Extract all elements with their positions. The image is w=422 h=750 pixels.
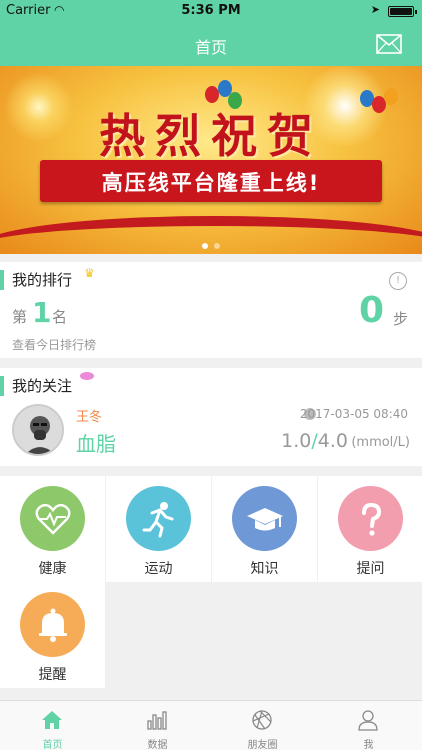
step-count: 0 [358, 290, 384, 331]
location-arrow-icon: ➤ [370, 3, 380, 16]
feature-grid: 健康 运动 知识 提问 提醒 [0, 476, 422, 688]
follow-title: 我的关注 [0, 376, 72, 396]
status-bar: Carrier ◠ 5:36 PM ➤ [0, 0, 422, 22]
ranking-title: 我的排行 [0, 270, 72, 290]
heart-pulse-icon [20, 486, 85, 551]
info-icon[interactable]: ! [389, 272, 407, 290]
feature-label: 运动 [144, 561, 173, 577]
ranking-card: 我的排行 ♛ ! 第 1 名 0 步 查看今日排行榜 [0, 262, 422, 358]
banner-subline: 高压线平台隆重上线! [101, 171, 321, 195]
reading-unit: (mmol/L) [351, 435, 410, 450]
heart-pulse-glyph [35, 503, 71, 535]
nav-bar: 首页 [0, 22, 422, 66]
feature-label: 知识 [250, 561, 279, 577]
status-time: 5:36 PM [181, 3, 241, 18]
follow-card[interactable]: 我的关注 王冬 血脂 2017-03-05 08:40 1.0/4.0 (mmo… [0, 368, 422, 466]
follow-timestamp: 2017-03-05 08:40 [299, 407, 408, 421]
feature-reminder[interactable]: 提醒 [0, 582, 105, 688]
today-ranking-link[interactable]: 查看今日排行榜 [12, 336, 96, 353]
tab-home[interactable]: 首页 [0, 701, 105, 750]
bell-icon [20, 592, 85, 657]
follow-name: 王冬 [76, 410, 103, 425]
reading-value-a: 1.0 [281, 430, 312, 452]
tab-me[interactable]: 我 [316, 701, 421, 750]
aperture-icon [252, 710, 272, 730]
feature-label: 健康 [38, 561, 67, 577]
rank-suffix: 名 [52, 308, 68, 326]
running-icon [126, 486, 191, 551]
feature-knowledge[interactable]: 知识 [212, 476, 317, 582]
promo-banner[interactable]: 热烈祝贺 高压线平台隆重上线! [0, 66, 422, 254]
graduation-cap-glyph [247, 508, 283, 531]
tab-label: 数据 [147, 740, 168, 750]
rank-prefix: 第 [12, 308, 28, 326]
carousel-dot[interactable] [202, 243, 208, 249]
tab-label: 朋友圈 [247, 740, 278, 750]
home-icon [42, 711, 62, 729]
rank-number: 1 [32, 296, 52, 329]
follow-reading: 1.0/4.0 [281, 430, 348, 452]
feature-label: 提问 [356, 561, 385, 577]
feature-sport[interactable]: 运动 [106, 476, 211, 582]
mail-icon[interactable] [376, 34, 402, 54]
tab-bar: 首页 数据 朋友圈 我 [0, 700, 422, 750]
bell-glyph [39, 608, 67, 642]
graduation-cap-icon [232, 486, 297, 551]
feature-health[interactable]: 健康 [0, 476, 105, 582]
page-title: 首页 [194, 38, 227, 57]
follow-metric: 血脂 [76, 432, 116, 456]
crown-icon: ♛ [84, 266, 95, 280]
reading-value-b: 4.0 [317, 430, 348, 452]
tab-moments[interactable]: 朋友圈 [210, 701, 315, 750]
question-icon [338, 486, 403, 551]
banner-headline: 热烈祝贺 [99, 109, 323, 163]
running-glyph [142, 502, 174, 538]
feature-label: 提醒 [38, 667, 67, 683]
bar-chart-icon [147, 711, 167, 730]
person-icon [358, 710, 378, 731]
avatar-portrait-icon [25, 416, 55, 454]
feature-question[interactable]: 提问 [318, 476, 422, 582]
eye-icon [80, 372, 94, 380]
carousel-dot[interactable] [214, 243, 220, 249]
step-unit: 步 [392, 310, 408, 328]
tab-label: 首页 [42, 740, 63, 750]
avatar[interactable] [12, 404, 64, 456]
tab-data[interactable]: 数据 [105, 701, 210, 750]
tab-label: 我 [363, 740, 374, 750]
carousel-dots[interactable] [0, 234, 422, 253]
battery-icon [388, 6, 417, 17]
question-glyph [362, 502, 382, 536]
